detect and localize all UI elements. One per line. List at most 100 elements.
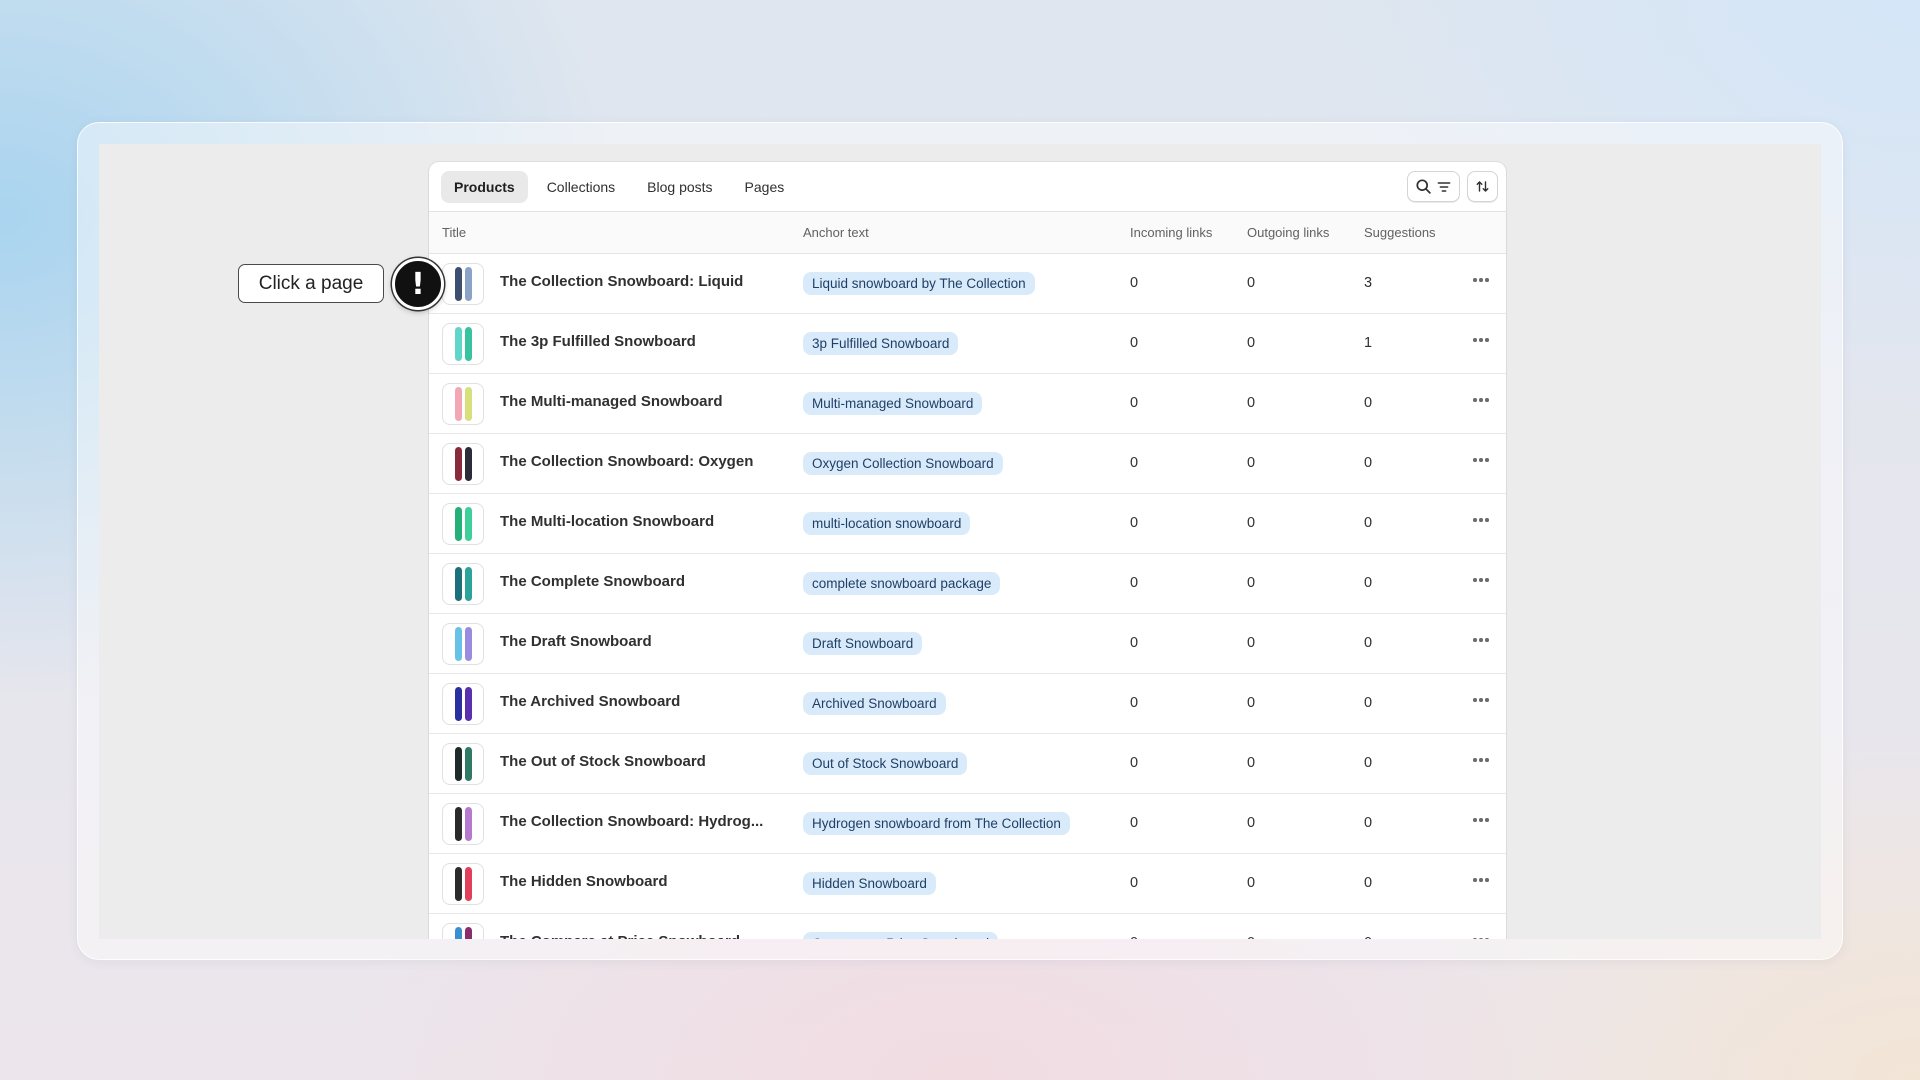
outgoing-links-count: 0 xyxy=(1247,635,1256,651)
table-row[interactable]: The Complete Snowboard complete snowboar… xyxy=(429,554,1506,614)
snowboard-image xyxy=(464,447,472,481)
snowboard-image xyxy=(464,867,472,901)
anchor-text-badge[interactable]: Draft Snowboard xyxy=(803,632,923,655)
product-title[interactable]: The Out of Stock Snowboard xyxy=(500,753,706,770)
product-thumbnail xyxy=(442,923,484,939)
table-row[interactable]: The Multi-location Snowboard multi-locat… xyxy=(429,494,1506,554)
outgoing-links-count: 0 xyxy=(1247,515,1256,531)
table-row[interactable]: The Multi-managed Snowboard Multi-manage… xyxy=(429,374,1506,434)
anchor-text-badge[interactable]: Archived Snowboard xyxy=(803,692,946,715)
anchor-text-badge[interactable]: Out of Stock Snowboard xyxy=(803,752,968,775)
table-row[interactable]: The Draft Snowboard Draft Snowboard 0 0 … xyxy=(429,614,1506,674)
incoming-links-count: 0 xyxy=(1130,395,1139,411)
snowboard-image xyxy=(454,687,462,721)
snowboard-image xyxy=(464,387,472,421)
tab-pages[interactable]: Pages xyxy=(732,171,798,203)
suggestions-count: 0 xyxy=(1364,515,1373,531)
more-actions-icon[interactable] xyxy=(1467,388,1495,412)
table-row[interactable]: The Collection Snowboard: Oxygen Oxygen … xyxy=(429,434,1506,494)
incoming-links-count: 0 xyxy=(1130,635,1139,651)
product-thumbnail xyxy=(442,803,484,845)
anchor-text-badge[interactable]: Compare at Price Snowboard xyxy=(803,932,999,939)
incoming-links-count: 0 xyxy=(1130,455,1139,471)
product-title[interactable]: The Hidden Snowboard xyxy=(500,873,668,890)
snowboard-image xyxy=(454,747,462,781)
table-header: Title Anchor text Incoming links Outgoin… xyxy=(429,212,1506,254)
suggestions-count: 3 xyxy=(1364,275,1373,291)
column-title[interactable]: Title xyxy=(442,225,466,240)
snowboard-image xyxy=(454,867,462,901)
anchor-text-badge[interactable]: 3p Fulfilled Snowboard xyxy=(803,332,959,355)
product-title[interactable]: The Collection Snowboard: Oxygen xyxy=(500,453,753,470)
more-actions-icon[interactable] xyxy=(1467,748,1495,772)
search-filter-button[interactable] xyxy=(1407,171,1460,202)
incoming-links-count: 0 xyxy=(1130,815,1139,831)
more-actions-icon[interactable] xyxy=(1467,328,1495,352)
anchor-text-badge[interactable]: Hidden Snowboard xyxy=(803,872,936,895)
table-row[interactable]: The Hidden Snowboard Hidden Snowboard 0 … xyxy=(429,854,1506,914)
incoming-links-count: 0 xyxy=(1130,695,1139,711)
suggestions-count: 0 xyxy=(1364,635,1373,651)
anchor-text-badge[interactable]: Multi-managed Snowboard xyxy=(803,392,983,415)
anchor-text-badge[interactable]: multi-location snowboard xyxy=(803,512,971,535)
column-incoming-links[interactable]: Incoming links xyxy=(1130,225,1212,240)
column-suggestions[interactable]: Suggestions xyxy=(1364,225,1436,240)
anchor-text-badge[interactable]: Liquid snowboard by The Collection xyxy=(803,272,1035,295)
incoming-links-count: 0 xyxy=(1130,575,1139,591)
incoming-links-count: 0 xyxy=(1130,755,1139,771)
anchor-text-badge[interactable]: complete snowboard package xyxy=(803,572,1001,595)
sort-icon xyxy=(1476,181,1489,192)
exclamation-icon: ! xyxy=(392,258,444,310)
product-title[interactable]: The Draft Snowboard xyxy=(500,633,652,650)
table-row[interactable]: The Out of Stock Snowboard Out of Stock … xyxy=(429,734,1506,794)
table-row[interactable]: The Archived Snowboard Archived Snowboar… xyxy=(429,674,1506,734)
product-thumbnail xyxy=(442,263,484,305)
more-actions-icon[interactable] xyxy=(1467,928,1495,939)
snowboard-image xyxy=(464,927,472,939)
product-title[interactable]: The Multi-location Snowboard xyxy=(500,513,714,530)
more-actions-icon[interactable] xyxy=(1467,808,1495,832)
suggestions-count: 1 xyxy=(1364,335,1373,351)
column-outgoing-links[interactable]: Outgoing links xyxy=(1247,225,1329,240)
product-title[interactable]: The Compare at Price Snowboard xyxy=(500,933,740,939)
table-row[interactable]: The 3p Fulfilled Snowboard 3p Fulfilled … xyxy=(429,314,1506,374)
product-title[interactable]: The Multi-managed Snowboard xyxy=(500,393,723,410)
snowboard-image xyxy=(454,807,462,841)
table-row[interactable]: The Collection Snowboard: Liquid Liquid … xyxy=(429,254,1506,314)
tab-collections[interactable]: Collections xyxy=(534,171,628,203)
sort-button[interactable] xyxy=(1467,171,1498,202)
product-title[interactable]: The Collection Snowboard: Liquid xyxy=(500,273,743,290)
outgoing-links-count: 0 xyxy=(1247,875,1256,891)
more-actions-icon[interactable] xyxy=(1467,268,1495,292)
product-title[interactable]: The 3p Fulfilled Snowboard xyxy=(500,333,696,350)
anchor-text-badge[interactable]: Oxygen Collection Snowboard xyxy=(803,452,1003,475)
more-actions-icon[interactable] xyxy=(1467,568,1495,592)
table-row[interactable]: The Collection Snowboard: Hydrog... Hydr… xyxy=(429,794,1506,854)
column-anchor-text[interactable]: Anchor text xyxy=(803,225,869,240)
product-title[interactable]: The Complete Snowboard xyxy=(500,573,685,590)
snowboard-image xyxy=(464,747,472,781)
more-actions-icon[interactable] xyxy=(1467,688,1495,712)
more-actions-icon[interactable] xyxy=(1467,448,1495,472)
suggestions-count: 0 xyxy=(1364,935,1372,939)
product-title[interactable]: The Archived Snowboard xyxy=(500,693,680,710)
links-table-panel: Products Collections Blog posts Pages Ti… xyxy=(429,162,1506,939)
more-actions-icon[interactable] xyxy=(1467,628,1495,652)
anchor-text-badge[interactable]: Hydrogen snowboard from The Collection xyxy=(803,812,1070,835)
product-title[interactable]: The Collection Snowboard: Hydrog... xyxy=(500,813,763,830)
table-row[interactable]: The Compare at Price Snowboard Compare a… xyxy=(429,914,1506,939)
suggestions-count: 0 xyxy=(1364,455,1373,471)
product-thumbnail xyxy=(442,683,484,725)
more-actions-icon[interactable] xyxy=(1467,868,1495,892)
outgoing-links-count: 0 xyxy=(1247,275,1256,291)
snowboard-image xyxy=(464,627,472,661)
search-icon xyxy=(1416,179,1431,194)
tab-products[interactable]: Products xyxy=(441,170,528,203)
tab-blog-posts[interactable]: Blog posts xyxy=(634,171,725,203)
suggestions-count: 0 xyxy=(1364,755,1373,771)
outgoing-links-count: 0 xyxy=(1247,935,1255,939)
incoming-links-count: 0 xyxy=(1130,335,1139,351)
suggestions-count: 0 xyxy=(1364,695,1373,711)
table-body: The Collection Snowboard: Liquid Liquid … xyxy=(429,254,1506,939)
more-actions-icon[interactable] xyxy=(1467,508,1495,532)
